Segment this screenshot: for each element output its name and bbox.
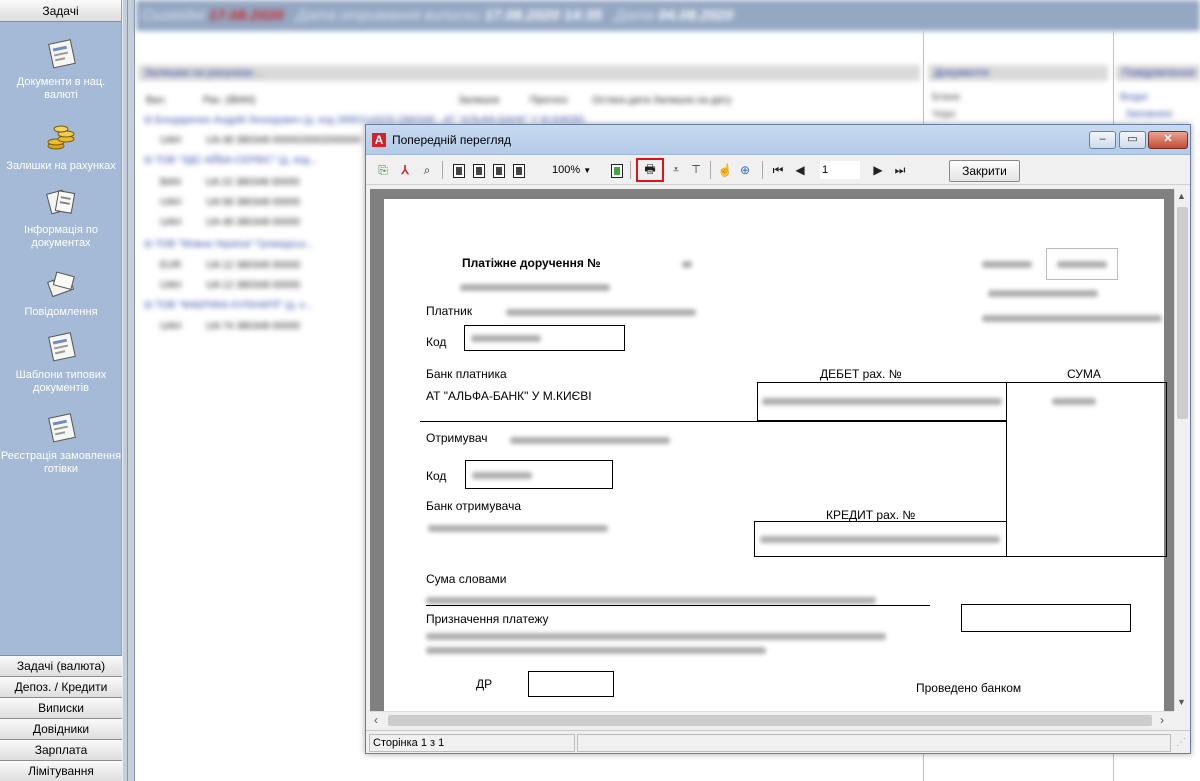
documents-info-icon	[46, 189, 76, 215]
recipient-code-label: Код	[426, 469, 447, 483]
next-page-icon[interactable]: ▶	[870, 161, 886, 179]
two-page-icon[interactable]	[470, 161, 488, 179]
cash-order-form-icon	[48, 413, 76, 443]
tab-statements[interactable]: Виписки	[0, 697, 122, 718]
document-title: Платіжне доручення №	[462, 256, 601, 270]
current-date: 17.08.2020	[208, 7, 284, 24]
maximize-button[interactable]: ▭	[1119, 131, 1146, 149]
sum-words-label: Сума словами	[426, 572, 507, 586]
recipient-bank-label: Банк отримувача	[426, 499, 522, 513]
sidebar-item-documents-info[interactable]: Інформація по документах	[0, 186, 122, 250]
app-logo-icon: A	[372, 133, 386, 147]
minimize-button[interactable]: –	[1089, 131, 1116, 149]
print-button[interactable]: 🖶	[636, 158, 664, 182]
statement-time: 17.08.2020 14:35	[484, 7, 603, 24]
single-page-icon[interactable]	[450, 161, 468, 179]
scroll-right-icon[interactable]: ›	[1160, 713, 1164, 727]
find-icon[interactable]: ⌕	[418, 161, 436, 179]
tab-salary[interactable]: Зарплата	[0, 739, 122, 760]
sidebar-item-account-balances[interactable]: Залишки на рахунках	[0, 122, 122, 173]
four-page-icon[interactable]	[490, 161, 508, 179]
payer-bank-label: Банк платника	[426, 367, 507, 381]
envelope-icon	[47, 271, 75, 298]
tree-icon[interactable]: ⊤	[688, 161, 704, 179]
scroll-down-icon[interactable]: ▼	[1177, 697, 1186, 707]
processed-by-bank-label: Проведено банком	[916, 681, 1022, 695]
status-page-count: Сторінка 1 з 1	[369, 734, 575, 752]
close-preview-button[interactable]: Закрити	[949, 160, 1020, 182]
payer-bank-value: АТ "АЛЬФА-БАНК" У М.КИЄВІ	[426, 389, 592, 403]
sidebar-item-label: Документи в нац. валюті	[16, 76, 106, 101]
sidebar-item-label: Шаблони типових документів	[15, 369, 107, 394]
pdf-icon[interactable]: ⅄	[396, 161, 414, 179]
zoom-value: 100%	[552, 164, 581, 176]
payer-label: Платник	[426, 304, 473, 318]
navigation-sidebar: Задачі Документи в нац. валюті Залишки н…	[0, 0, 122, 781]
panel-splitter[interactable]	[122, 0, 135, 781]
preview-toolbar: ⎘ ⅄ ⌕ 100% ▼ 🖶 ⩡ ⊤ ☝ ⊕ ⏮ ◀ ▶ ⏭ Закрити	[366, 155, 1190, 185]
sum-label: СУМА	[1067, 367, 1101, 381]
horizontal-scroll-thumb[interactable]	[388, 715, 1152, 726]
sidebar-item-label: Повідомлення	[24, 306, 98, 318]
last-date: 04.08.2020	[658, 7, 734, 24]
tab-tasks-currency[interactable]: Задачі (валюта)	[0, 655, 122, 676]
multi-page-icon[interactable]	[510, 161, 528, 179]
recipient-label: Отримувач	[426, 431, 488, 445]
preview-window: A Попередній перегляд – ▭ ✕ ⎘ ⅄ ⌕ 100% ▼…	[365, 124, 1191, 754]
debit-label: ДЕБЕТ рах. №	[820, 367, 902, 381]
save-icon[interactable]: ⩡	[668, 161, 684, 179]
template-form-icon	[48, 332, 76, 362]
prev-page-icon[interactable]: ◀	[792, 161, 808, 179]
sidebar-item-messages[interactable]: Повідомлення	[0, 268, 122, 319]
status-info	[577, 734, 1171, 752]
last-page-icon[interactable]: ⏭	[892, 161, 908, 179]
payer-code-label: Код	[426, 335, 447, 349]
tab-deposits-credits[interactable]: Депоз. / Кредити	[0, 676, 122, 697]
vertical-scrollbar[interactable]: ▲ ▼	[1174, 189, 1190, 711]
info-bar: Сьогодні 17.08.2020 Дата отримання випис…	[136, 0, 1200, 31]
sidebar-item-label: Реєстрація замовлення готівки	[0, 450, 122, 475]
zoom-select[interactable]: 100% ▼	[552, 161, 598, 179]
sidebar-item-cash-order[interactable]: Реєстрація замовлення готівки	[0, 412, 122, 476]
dr-label: ДР	[476, 677, 493, 691]
vertical-scroll-thumb[interactable]	[1177, 207, 1188, 419]
window-title: Попередній перегляд	[392, 133, 512, 147]
status-bar: Сторінка 1 з 1 ⋰	[366, 730, 1190, 753]
tasks-tab[interactable]: Задачі	[0, 0, 121, 22]
scroll-left-icon[interactable]: ‹	[374, 713, 378, 727]
coins-icon	[47, 125, 75, 150]
tab-limits[interactable]: Лімітування	[0, 760, 122, 781]
page-number-input[interactable]	[820, 161, 860, 179]
purpose-label: Призначення платежу	[426, 612, 549, 626]
first-page-icon[interactable]: ⏮	[770, 161, 786, 179]
document-form-icon	[48, 39, 76, 69]
horizontal-scrollbar[interactable]: ‹ ›	[370, 711, 1174, 729]
sidebar-item-label: Інформація по документах	[24, 224, 98, 249]
resize-grip-icon[interactable]: ⋰	[1176, 737, 1186, 748]
sidebar-item-label: Залишки на рахунках	[6, 160, 116, 172]
zoom-in-icon[interactable]: ⊕	[736, 161, 754, 179]
bottom-tabs: Задачі (валюта) Депоз. / Кредити Виписки…	[0, 655, 122, 781]
sidebar-item-templates[interactable]: Шаблони типових документів	[0, 331, 122, 395]
window-title-bar[interactable]: A Попередній перегляд – ▭ ✕	[366, 125, 1190, 155]
close-window-button[interactable]: ✕	[1148, 131, 1188, 149]
page-setup-icon[interactable]	[608, 161, 626, 179]
document-page: Платіжне доручення № Платник Код Банк пл…	[384, 199, 1167, 711]
sidebar-item-national-currency-docs[interactable]: Документи в нац. валюті	[0, 38, 122, 102]
tab-directories[interactable]: Довідники	[0, 718, 122, 739]
scroll-up-icon[interactable]: ▲	[1177, 191, 1186, 201]
hand-icon[interactable]: ☝	[716, 161, 734, 179]
chevron-down-icon: ▼	[583, 166, 592, 175]
credit-label: КРЕДИТ рах. №	[826, 508, 916, 522]
export-icon[interactable]: ⎘	[374, 161, 392, 179]
preview-canvas[interactable]: Платіжне доручення № Платник Код Банк пл…	[370, 189, 1174, 711]
print-icon: 🖶	[644, 162, 656, 176]
